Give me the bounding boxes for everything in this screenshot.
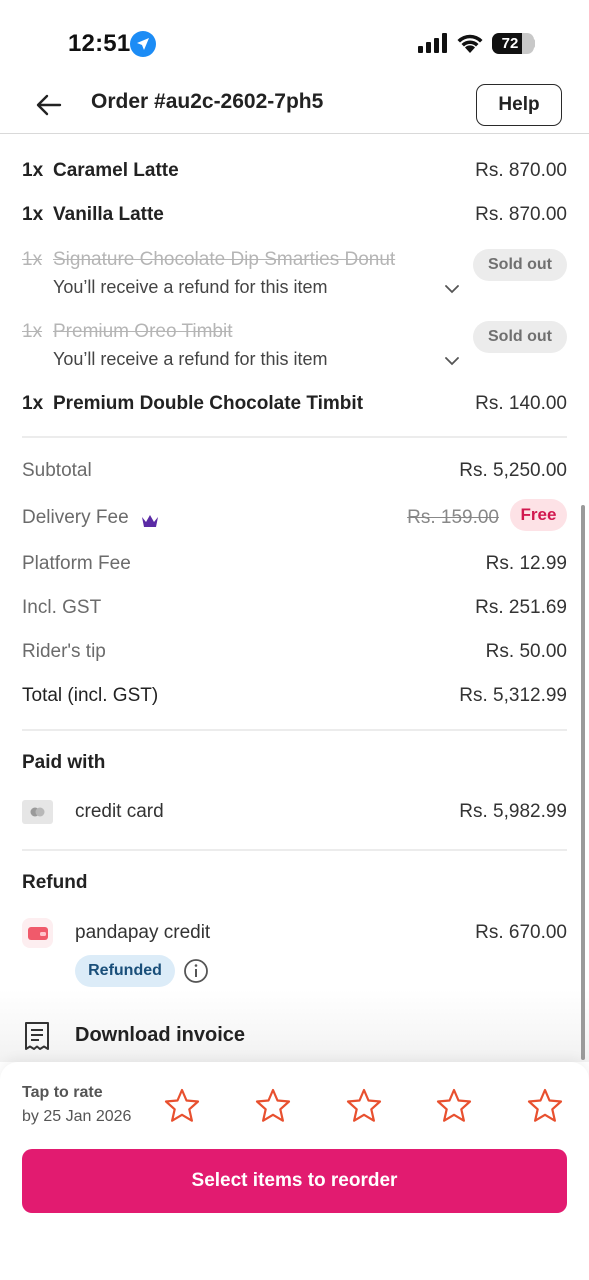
item-qty: 1x (22, 321, 43, 342)
wifi-icon (457, 34, 483, 53)
item-name: Caramel Latte (53, 160, 179, 181)
paid-with-title: Paid with (22, 752, 106, 773)
subtotal-row: Subtotal Rs. 5,250.00 (22, 460, 567, 488)
item-qty: 1x (22, 160, 44, 181)
download-invoice-link[interactable]: Download invoice (75, 1024, 245, 1047)
payment-method: credit card (75, 801, 164, 822)
refund-title: Refund (22, 872, 88, 893)
refund-note: You’ll receive a refund for this item (53, 277, 328, 297)
gst-row: Incl. GST Rs. 251.69 (22, 597, 567, 625)
reorder-button[interactable]: Select items to reorder (22, 1149, 567, 1213)
item-price: Rs. 870.00 (475, 204, 567, 225)
item-price: Rs. 140.00 (475, 393, 567, 414)
gst-value: Rs. 251.69 (475, 597, 567, 618)
item-name: Signature Chocolate Dip Smarties Donut (53, 249, 396, 270)
item-qty: 1x (22, 393, 44, 414)
item-price: Rs. 870.00 (475, 160, 567, 181)
battery-nub (532, 39, 535, 48)
battery-percent: 72 (501, 35, 519, 52)
refund-note: You’ll receive a refund for this item (53, 349, 328, 369)
info-icon[interactable] (183, 958, 209, 984)
platform-fee-label: Platform Fee (22, 553, 131, 574)
total-label: Total (incl. GST) (22, 685, 159, 706)
credit-card-icon (22, 800, 53, 824)
star-icon[interactable] (255, 1088, 291, 1124)
free-badge: Free (510, 499, 567, 531)
rate-deadline: by 25 Jan 2026 (22, 1108, 132, 1125)
refund-amount: Rs. 670.00 (475, 922, 567, 943)
crown-icon (142, 515, 158, 527)
item-qty: 1x (22, 249, 43, 270)
chevron-down-icon[interactable] (445, 284, 459, 294)
sold-out-badge: Sold out (473, 249, 567, 281)
page-title: Order #au2c-2602-7ph5 (91, 90, 324, 113)
section-divider (22, 436, 567, 438)
back-button[interactable] (34, 90, 64, 120)
list-item[interactable]: 1x Signature Chocolate Dip Smarties Donu… (22, 249, 567, 304)
platform-fee-value: Rs. 12.99 (485, 553, 567, 574)
list-item: 1x Caramel Latte Rs. 870.00 (22, 160, 567, 186)
invoice-icon[interactable] (24, 1021, 50, 1051)
delivery-fee-label: Delivery Fee (22, 507, 129, 528)
platform-fee-row: Platform Fee Rs. 12.99 (22, 553, 567, 581)
scrollbar[interactable] (581, 505, 585, 1060)
delivery-fee-row: Delivery Fee Rs. 159.00 Free (22, 499, 567, 535)
location-arrow-icon (130, 31, 156, 57)
item-name: Premium Double Chocolate Timbit (53, 393, 364, 414)
back-arrow-icon (36, 94, 62, 116)
header-divider (0, 133, 589, 134)
pandapay-wallet-icon (22, 918, 53, 948)
rate-title: Tap to rate (22, 1084, 103, 1101)
refunded-badge: Refunded (75, 955, 175, 987)
item-name: Vanilla Latte (53, 204, 164, 225)
gst-label: Incl. GST (22, 597, 102, 618)
refund-method: pandapay credit (75, 922, 211, 943)
tip-label: Rider's tip (22, 641, 106, 662)
star-icon[interactable] (436, 1088, 472, 1124)
battery-icon: 72 (492, 33, 534, 54)
star-icon[interactable] (527, 1088, 563, 1124)
tip-value: Rs. 50.00 (485, 641, 567, 662)
sold-out-badge: Sold out (473, 321, 567, 353)
tip-row: Rider's tip Rs. 50.00 (22, 641, 567, 669)
item-qty: 1x (22, 204, 44, 225)
section-divider (22, 729, 567, 731)
chevron-down-icon[interactable] (445, 356, 459, 366)
star-icon[interactable] (346, 1088, 382, 1124)
list-item: 1x Premium Double Chocolate Timbit Rs. 1… (22, 393, 567, 419)
star-icon[interactable] (164, 1088, 200, 1124)
item-name: Premium Oreo Timbit (53, 321, 233, 342)
subtotal-label: Subtotal (22, 460, 92, 481)
help-button[interactable]: Help (476, 84, 562, 126)
signal-icon (418, 33, 447, 53)
delivery-fee-original: Rs. 159.00 (407, 507, 499, 528)
total-value: Rs. 5,312.99 (459, 685, 567, 706)
section-divider (22, 849, 567, 851)
payment-amount: Rs. 5,982.99 (459, 801, 567, 822)
subtotal-value: Rs. 5,250.00 (459, 460, 567, 481)
list-item[interactable]: 1x Premium Oreo Timbit Sold out You’ll r… (22, 321, 567, 376)
status-time: 12:51 (68, 30, 131, 57)
total-row: Total (incl. GST) Rs. 5,312.99 (22, 685, 567, 713)
list-item: 1x Vanilla Latte Rs. 870.00 (22, 204, 567, 230)
